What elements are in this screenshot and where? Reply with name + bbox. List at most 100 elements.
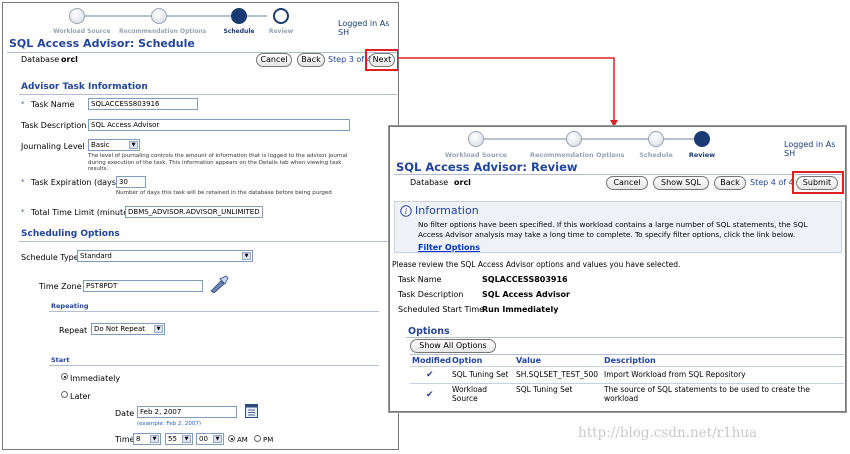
title-divider: [394, 174, 844, 175]
train-step-schedule[interactable]: [648, 131, 664, 147]
field-label: Total Time Limit (minutes): [31, 208, 136, 217]
table-cell: SQL Tuning Set: [516, 385, 573, 394]
table-cell: SH.SQLSET_TEST_500: [516, 370, 599, 379]
highlight-box: [792, 171, 844, 194]
task-expiration-input[interactable]: 30: [116, 176, 146, 188]
back-button[interactable]: Back: [714, 176, 746, 190]
task-name-value: SQLACCESS803916: [482, 275, 568, 284]
database-label: Database: [21, 55, 60, 64]
select-value: Standard: [80, 252, 112, 260]
required-icon: *: [21, 178, 25, 186]
title-divider: [7, 52, 397, 53]
database-value: orcl: [61, 55, 78, 64]
field-label: Task Expiration (days): [31, 178, 120, 187]
train-label: Recommendation Options: [119, 28, 207, 35]
section-divider: [19, 94, 397, 95]
train-step-recommendation-options[interactable]: [151, 8, 167, 24]
information-title: Information: [415, 204, 479, 217]
checkmark-icon: ✔: [426, 370, 434, 380]
cancel-button[interactable]: Cancel: [606, 176, 648, 190]
table-header: Description: [604, 356, 656, 365]
calendar-icon[interactable]: [245, 403, 258, 418]
train-label: Schedule: [639, 151, 673, 159]
radio-label: Immediately: [70, 374, 121, 383]
time-limit-input[interactable]: DBMS_ADVISOR.ADVISOR_UNLIMITED: [125, 206, 263, 218]
back-button[interactable]: Back: [297, 53, 325, 67]
train-step-workload-source[interactable]: [69, 8, 85, 24]
radio-label: PM: [263, 436, 274, 444]
task-description-input[interactable]: SQL Access Advisor: [88, 119, 350, 131]
task-name-input[interactable]: SQLACCESS803916: [88, 98, 198, 110]
section-divider: [49, 311, 379, 312]
train-line: [476, 138, 700, 140]
chevron-down-icon: ▼: [182, 435, 191, 443]
schedule-type-select[interactable]: Standard ▼: [77, 250, 253, 262]
chevron-down-icon: ▼: [213, 435, 222, 443]
logged-in-text: Logged in As SH: [338, 19, 390, 37]
subsection-title: Start: [51, 356, 70, 364]
train-step-recommendation-options[interactable]: [566, 131, 582, 147]
immediately-radio[interactable]: [61, 373, 68, 380]
chevron-down-icon: ▼: [150, 435, 159, 443]
radio-label: AM: [237, 436, 248, 444]
information-text: No filter options have been specified. I…: [418, 220, 808, 229]
train-step-schedule: [231, 8, 247, 24]
pm-radio[interactable]: [254, 435, 261, 442]
train-step-review[interactable]: [273, 8, 289, 24]
table-cell: The source of SQL statements to be used …: [604, 385, 810, 403]
table-divider: [410, 366, 844, 367]
repeat-select[interactable]: Do Not Repeat ▼: [91, 323, 165, 335]
section-title: Scheduling Options: [21, 229, 120, 239]
section-divider: [49, 365, 379, 366]
radio-label: Later: [70, 392, 91, 401]
train-label: Recommendation Options: [530, 151, 625, 159]
field-label: Task Name: [31, 100, 75, 109]
train-step-workload-source[interactable]: [468, 131, 484, 147]
chevron-down-icon: ▼: [242, 252, 251, 260]
field-label: Time Zone: [39, 282, 82, 291]
subsection-title: Repeating: [51, 302, 89, 310]
select-value: 8: [136, 435, 141, 443]
journaling-level-select[interactable]: Basic ▼: [88, 139, 140, 151]
second-select[interactable]: 00 ▼: [196, 433, 224, 445]
table-header: Option: [452, 356, 483, 365]
hour-select[interactable]: 8 ▼: [133, 433, 161, 445]
required-icon: *: [21, 208, 25, 216]
schedule-page: Workload Source Recommendation Options S…: [2, 2, 399, 450]
cancel-button[interactable]: Cancel: [256, 53, 292, 67]
step-indicator: Step 4 of 4: [750, 178, 794, 187]
train-label: Review: [268, 28, 294, 35]
time-zone-input[interactable]: PST8PDT: [83, 280, 203, 292]
page-title: SQL Access Advisor: Review: [396, 160, 578, 174]
show-all-options-button[interactable]: Show All Options: [410, 339, 496, 353]
minute-select[interactable]: 55 ▼: [165, 433, 193, 445]
section-divider: [406, 337, 844, 338]
later-radio[interactable]: [61, 391, 68, 398]
table-header-divider: [410, 354, 844, 355]
section-divider: [19, 241, 397, 242]
filter-options-link[interactable]: Filter Options: [418, 243, 480, 252]
field-label: Date: [115, 409, 135, 418]
select-value: Basic: [91, 141, 110, 149]
table-divider: [410, 383, 844, 384]
date-input[interactable]: Feb 2, 2007: [137, 406, 237, 418]
field-label: Scheduled Start Time: [398, 305, 485, 314]
show-sql-button[interactable]: Show SQL: [653, 176, 709, 190]
field-label: Journaling Level: [21, 142, 85, 151]
checkmark-icon: ✔: [426, 390, 434, 400]
table-cell: Import Workload from SQL Repository: [604, 370, 746, 379]
task-description-value: SQL Access Advisor: [482, 290, 570, 299]
select-value: 00: [199, 435, 208, 443]
table-cell: Workload Source: [452, 385, 488, 403]
train-step-review: [694, 131, 710, 147]
chevron-down-icon: ▼: [154, 325, 163, 333]
flashlight-search-icon[interactable]: [209, 275, 229, 293]
watermark-text: http://blog.csdn.net/r1hua: [578, 425, 758, 441]
highlight-box: [365, 49, 398, 71]
logged-in-text: Logged in As SH: [784, 140, 836, 158]
required-icon: *: [21, 100, 25, 108]
am-radio[interactable]: [228, 435, 235, 442]
page-title: SQL Access Advisor: Schedule: [9, 37, 195, 50]
start-time-value: Run Immediately: [482, 305, 559, 314]
database-label: Database: [410, 178, 449, 187]
